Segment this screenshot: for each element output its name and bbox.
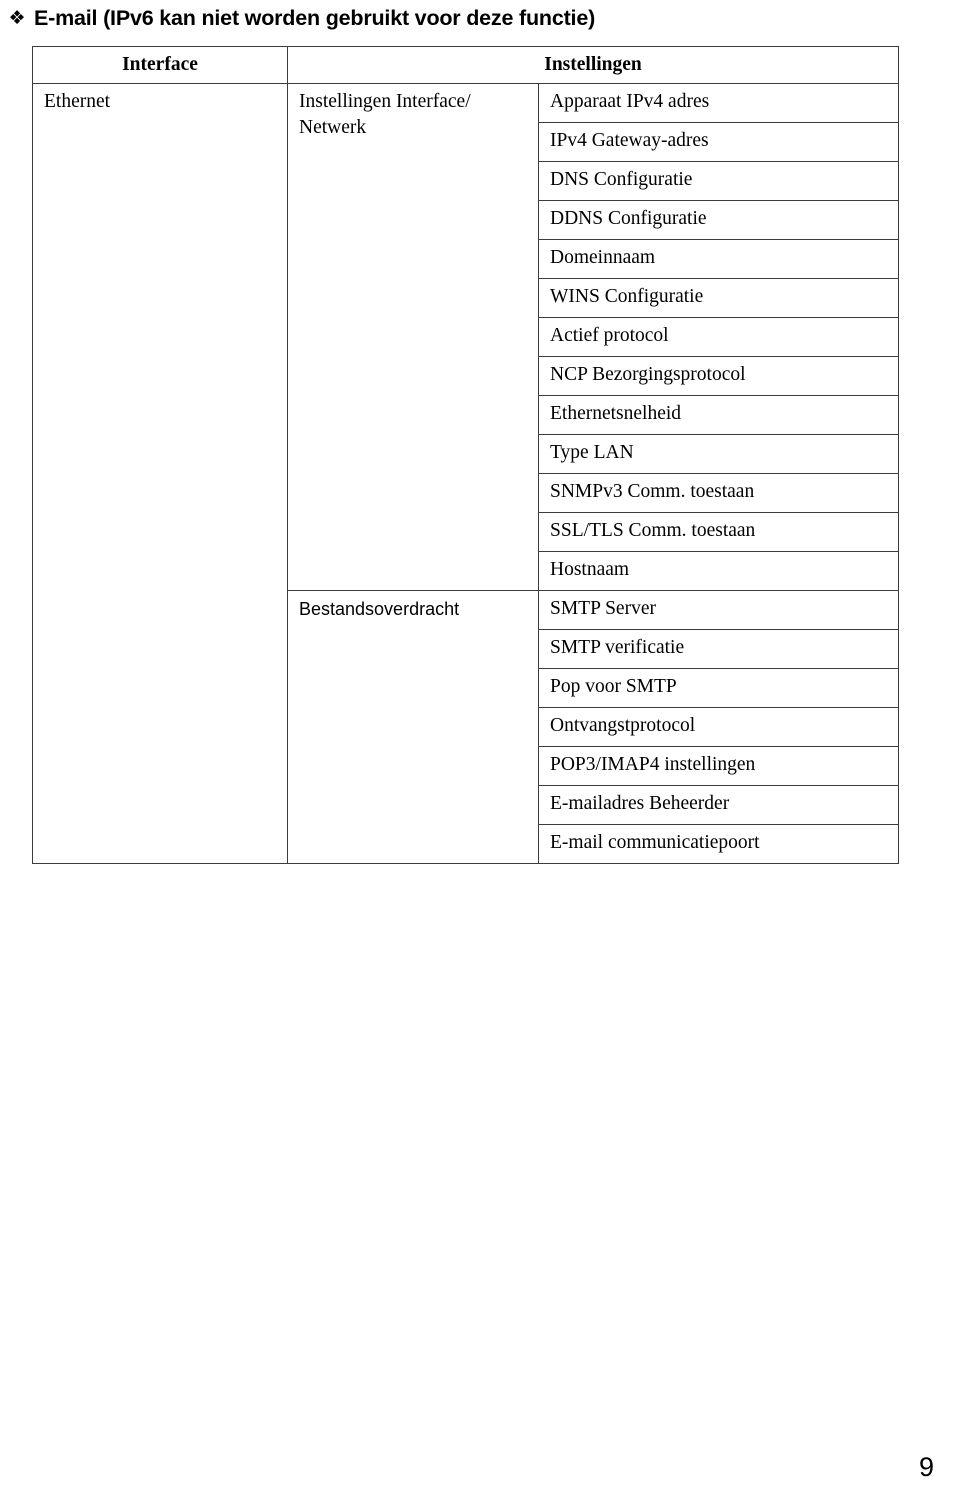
setting-label: NCP Bezorgingsprotocol bbox=[550, 364, 746, 385]
setting-cell: NCP Bezorgingsprotocol bbox=[538, 356, 899, 396]
setting-cell: SNMPv3 Comm. toestaan bbox=[538, 473, 899, 513]
interface-cell: Ethernet bbox=[32, 83, 288, 864]
setting-cell: Apparaat IPv4 adres bbox=[538, 83, 899, 123]
setting-cell: WINS Configuratie bbox=[538, 278, 899, 318]
setting-label: SMTP verificatie bbox=[550, 637, 685, 658]
setting-label: DNS Configuratie bbox=[550, 169, 693, 190]
page-number: 9 bbox=[918, 1452, 934, 1482]
column-header-interface: Interface bbox=[32, 46, 288, 84]
column-header-settings: Instellingen bbox=[287, 46, 899, 84]
setting-group-cell: Bestandsoverdracht bbox=[287, 590, 539, 864]
setting-label: Apparaat IPv4 adres bbox=[550, 91, 710, 112]
setting-label: E-mail communicatiepoort bbox=[550, 832, 760, 853]
setting-label: SNMPv3 Comm. toestaan bbox=[550, 481, 755, 502]
setting-label: E-mailadres Beheerder bbox=[550, 793, 730, 814]
setting-label: IPv4 Gateway-adres bbox=[550, 130, 709, 151]
setting-label: Pop voor SMTP bbox=[550, 676, 677, 697]
section-heading: ❖ E-mail (IPv6 kan niet worden gebruikt … bbox=[0, 4, 940, 32]
setting-label: Domeinnaam bbox=[550, 247, 656, 268]
setting-group-label: Bestandsoverdracht bbox=[299, 599, 460, 619]
setting-cell: POP3/IMAP4 instellingen bbox=[538, 746, 899, 786]
setting-cell: Actief protocol bbox=[538, 317, 899, 357]
setting-cell: IPv4 Gateway-adres bbox=[538, 122, 899, 162]
specification-table-container: Interface Instellingen Ethernet Instellinge… bbox=[32, 46, 899, 864]
specification-table: Interface Instellingen Ethernet Instellinge… bbox=[32, 46, 899, 864]
setting-cell: E-mail communicatiepoort bbox=[538, 824, 899, 864]
setting-label: Type LAN bbox=[550, 442, 634, 463]
setting-cell: Domeinnaam bbox=[538, 239, 899, 279]
setting-cell: DNS Configuratie bbox=[538, 161, 899, 201]
setting-cell: Ethernetsnelheid bbox=[538, 395, 899, 435]
setting-label: Ethernetsnelheid bbox=[550, 403, 682, 424]
setting-label: Actief protocol bbox=[550, 325, 669, 346]
setting-cell: E-mailadres Beheerder bbox=[538, 785, 899, 825]
setting-group-label: Instellingen Interface/ Netwerk bbox=[299, 91, 471, 138]
setting-label: Ontvangstprotocol bbox=[550, 715, 696, 736]
page-title: E-mail (IPv6 kan niet worden gebruikt vo… bbox=[34, 6, 596, 30]
setting-cell: Hostnaam bbox=[538, 551, 899, 591]
setting-cell: Type LAN bbox=[538, 434, 899, 474]
setting-cell: SSL/TLS Comm. toestaan bbox=[538, 512, 899, 552]
setting-group-cell: Instellingen Interface/ Netwerk bbox=[287, 83, 539, 591]
setting-label: SSL/TLS Comm. toestaan bbox=[550, 520, 756, 541]
diamond-cluster-bullet-icon: ❖ bbox=[8, 7, 26, 29]
setting-cell: SMTP Server bbox=[538, 590, 899, 630]
setting-cell: DDNS Configuratie bbox=[538, 200, 899, 240]
setting-label: DDNS Configuratie bbox=[550, 208, 707, 229]
setting-label: Hostnaam bbox=[550, 559, 630, 580]
setting-label: WINS Configuratie bbox=[550, 286, 704, 307]
setting-label: SMTP Server bbox=[550, 598, 656, 619]
table-row: Ethernet Instellingen Interface/ Netwerk A… bbox=[32, 83, 899, 864]
table-header-row: Interface Instellingen bbox=[32, 46, 899, 84]
interface-label: Ethernet bbox=[44, 91, 111, 112]
setting-cell: SMTP verificatie bbox=[538, 629, 899, 669]
setting-label: POP3/IMAP4 instellingen bbox=[550, 754, 756, 775]
setting-cell: Ontvangstprotocol bbox=[538, 707, 899, 747]
setting-cell: Pop voor SMTP bbox=[538, 668, 899, 708]
